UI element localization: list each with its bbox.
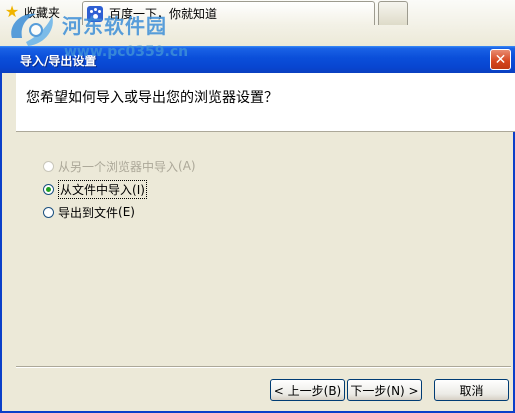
option-accel: (E) — [118, 205, 135, 219]
option-import-file[interactable]: 从文件中导入(I) — [43, 179, 196, 199]
radio-import-browser[interactable] — [43, 160, 54, 172]
option-accel: (A) — [178, 159, 196, 173]
new-tab-button[interactable] — [378, 1, 408, 25]
option-label: 从文件中导入 — [60, 182, 133, 197]
dialog-header: 您希望如何导入或导出您的浏览器设置？ — [16, 73, 515, 132]
radio-import-file[interactable] — [43, 183, 54, 195]
favorites-label: 收藏夹 — [24, 5, 61, 20]
tab-title: 百度一下，你就知道 — [109, 7, 218, 21]
back-button[interactable]: < 上一步(B) — [270, 379, 345, 401]
option-accel: (I) — [132, 182, 145, 197]
option-group: 从另一个浏览器中导入 (A) 从文件中导入(I) 导出到文件 (E) — [43, 156, 196, 225]
favorites-button[interactable]: ★ 收藏夹 — [2, 2, 66, 22]
star-icon: ★ — [4, 2, 20, 21]
close-icon: ✕ — [494, 51, 507, 68]
import-export-dialog: 导入/导出设置 ✕ 您希望如何导入或导出您的浏览器设置？ 从另一个浏览器中导入 … — [0, 46, 515, 413]
option-label: 从另一个浏览器中导入 — [58, 159, 179, 174]
dialog-question: 您希望如何导入或导出您的浏览器设置？ — [26, 90, 278, 106]
button-divider — [16, 366, 511, 368]
option-import-browser[interactable]: 从另一个浏览器中导入 (A) — [43, 156, 196, 176]
browser-tab[interactable]: 百度一下，你就知道 — [82, 1, 375, 25]
next-button[interactable]: 下一步(N) > — [347, 379, 422, 401]
cancel-button[interactable]: 取消 — [434, 379, 509, 401]
baidu-paw-icon — [87, 5, 103, 22]
browser-toolbar: ★ 收藏夹 百度一下，你就知道 — [0, 0, 515, 47]
option-export-file[interactable]: 导出到文件 (E) — [43, 202, 196, 222]
focused-option-label: 从文件中导入(I) — [58, 179, 147, 199]
option-label: 导出到文件 — [58, 205, 119, 220]
dialog-titlebar[interactable]: 导入/导出设置 ✕ — [0, 46, 515, 73]
close-button[interactable]: ✕ — [490, 49, 511, 70]
dialog-title: 导入/导出设置 — [20, 54, 97, 68]
radio-export-file[interactable] — [43, 206, 54, 218]
